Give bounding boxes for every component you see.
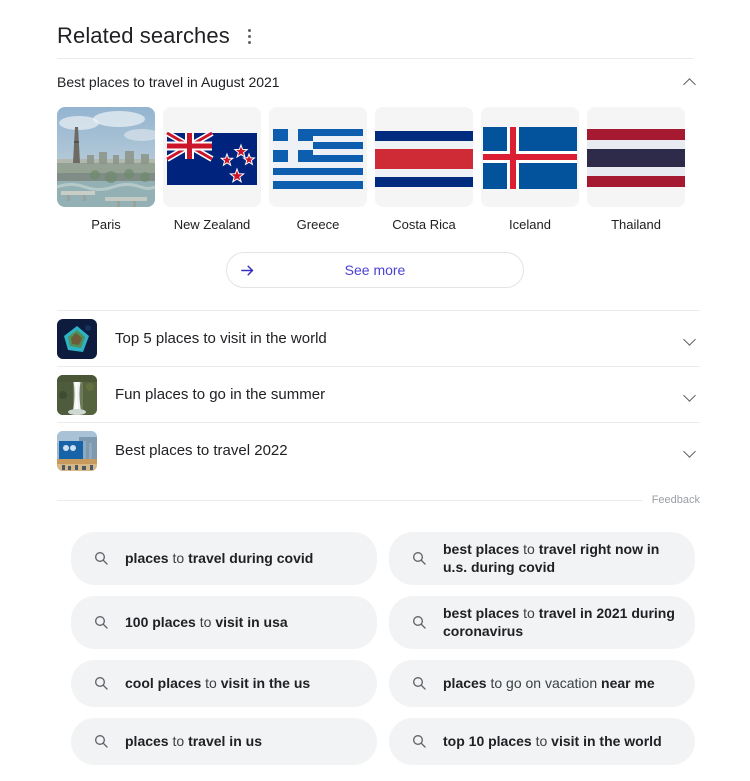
tile-thailand[interactable]: Thailand [587,107,685,232]
suggestion-text: best places to travel in 2021 during cor… [443,604,679,641]
collapsed-sections: Top 5 places to visit in the world Fun p… [57,310,700,478]
tile-label: Iceland [481,217,579,232]
tile-label: Costa Rica [375,217,473,232]
suggestion-chip[interactable]: cool places to visit in the us [71,660,377,707]
search-icon [411,733,427,749]
related-searches-panel: Related searches Best places to travel i… [0,0,750,781]
suggestion-text: places to travel during covid [125,549,313,567]
expanded-section-header[interactable]: Best places to travel in August 2021 [57,59,700,99]
suggestion-chip[interactable]: best places to travel right now in u.s. … [389,532,695,585]
kebab-menu-icon[interactable] [244,23,255,50]
search-icon [411,675,427,691]
suggestion-text: places to go on vacation near me [443,674,655,692]
suggestion-chip[interactable]: best places to travel in 2021 during cor… [389,596,695,649]
suggestion-chip[interactable]: top 10 places to visit in the world [389,718,695,765]
tile-label: New Zealand [163,217,261,232]
tile-label: Greece [269,217,367,232]
arrow-right-icon [227,262,267,279]
tile-label: Thailand [587,217,685,232]
tile-iceland[interactable]: Iceland [481,107,579,232]
feedback-bar: Feedback [57,494,700,506]
panel-header: Related searches [0,0,750,52]
tile-greece[interactable]: Greece [269,107,367,232]
collapsed-section-label: Fun places to go in the summer [115,386,664,403]
kebab-dot [248,29,251,32]
kebab-dot [248,41,251,44]
see-more-button[interactable]: See more [226,252,524,288]
search-icon [411,550,427,566]
chevron-up-icon[interactable] [682,73,700,91]
iceland-flag [481,107,579,207]
chevron-down-icon[interactable] [682,386,700,404]
tile-paris[interactable]: Paris [57,107,155,232]
suggestion-text: cool places to visit in the us [125,674,310,692]
search-icon [93,614,109,630]
search-icon [411,614,427,630]
collapsed-section-row[interactable]: Best places to travel 2022 [57,422,700,478]
see-more-row: See more [0,252,750,288]
chevron-down-icon[interactable] [682,442,700,460]
collapsed-section-label: Top 5 places to visit in the world [115,330,664,347]
suggestion-text: 100 places to visit in usa [125,613,288,631]
tile-label: Paris [57,217,155,232]
paris-eiffel-tower-photo [57,107,155,207]
suggestion-chip[interactable]: places to go on vacation near me [389,660,695,707]
suggestion-text: places to travel in us [125,732,262,750]
tile-costa-rica[interactable]: Costa Rica [375,107,473,232]
blue-sign-cityscape-photo [57,431,97,471]
page-title: Related searches [57,23,230,49]
island-atoll-photo [57,319,97,359]
suggestion-text: top 10 places to visit in the world [443,732,662,750]
destination-tiles: Paris [57,107,750,232]
collapsed-section-row[interactable]: Fun places to go in the summer [57,366,700,422]
thailand-flag [587,107,685,207]
suggestion-chip[interactable]: places to travel in us [71,718,377,765]
collapsed-section-label: Best places to travel 2022 [115,442,664,459]
chevron-down-icon[interactable] [682,330,700,348]
search-suggestions: places to travel during covid best places… [71,532,750,765]
suggestion-text: best places to travel right now in u.s. … [443,540,679,577]
kebab-dot [248,35,251,38]
greece-flag [269,107,367,207]
costa-rica-flag [375,107,473,207]
new-zealand-flag [163,107,261,207]
see-more-label: See more [267,262,523,278]
waterfall-photo [57,375,97,415]
feedback-divider [57,500,642,501]
search-icon [93,675,109,691]
feedback-link[interactable]: Feedback [652,494,700,506]
search-icon [93,550,109,566]
collapsed-section-row[interactable]: Top 5 places to visit in the world [57,310,700,366]
expanded-section-label: Best places to travel in August 2021 [57,74,280,90]
search-icon [93,733,109,749]
suggestion-chip[interactable]: places to travel during covid [71,532,377,585]
suggestion-chip[interactable]: 100 places to visit in usa [71,596,377,649]
tile-new-zealand[interactable]: New Zealand [163,107,261,232]
